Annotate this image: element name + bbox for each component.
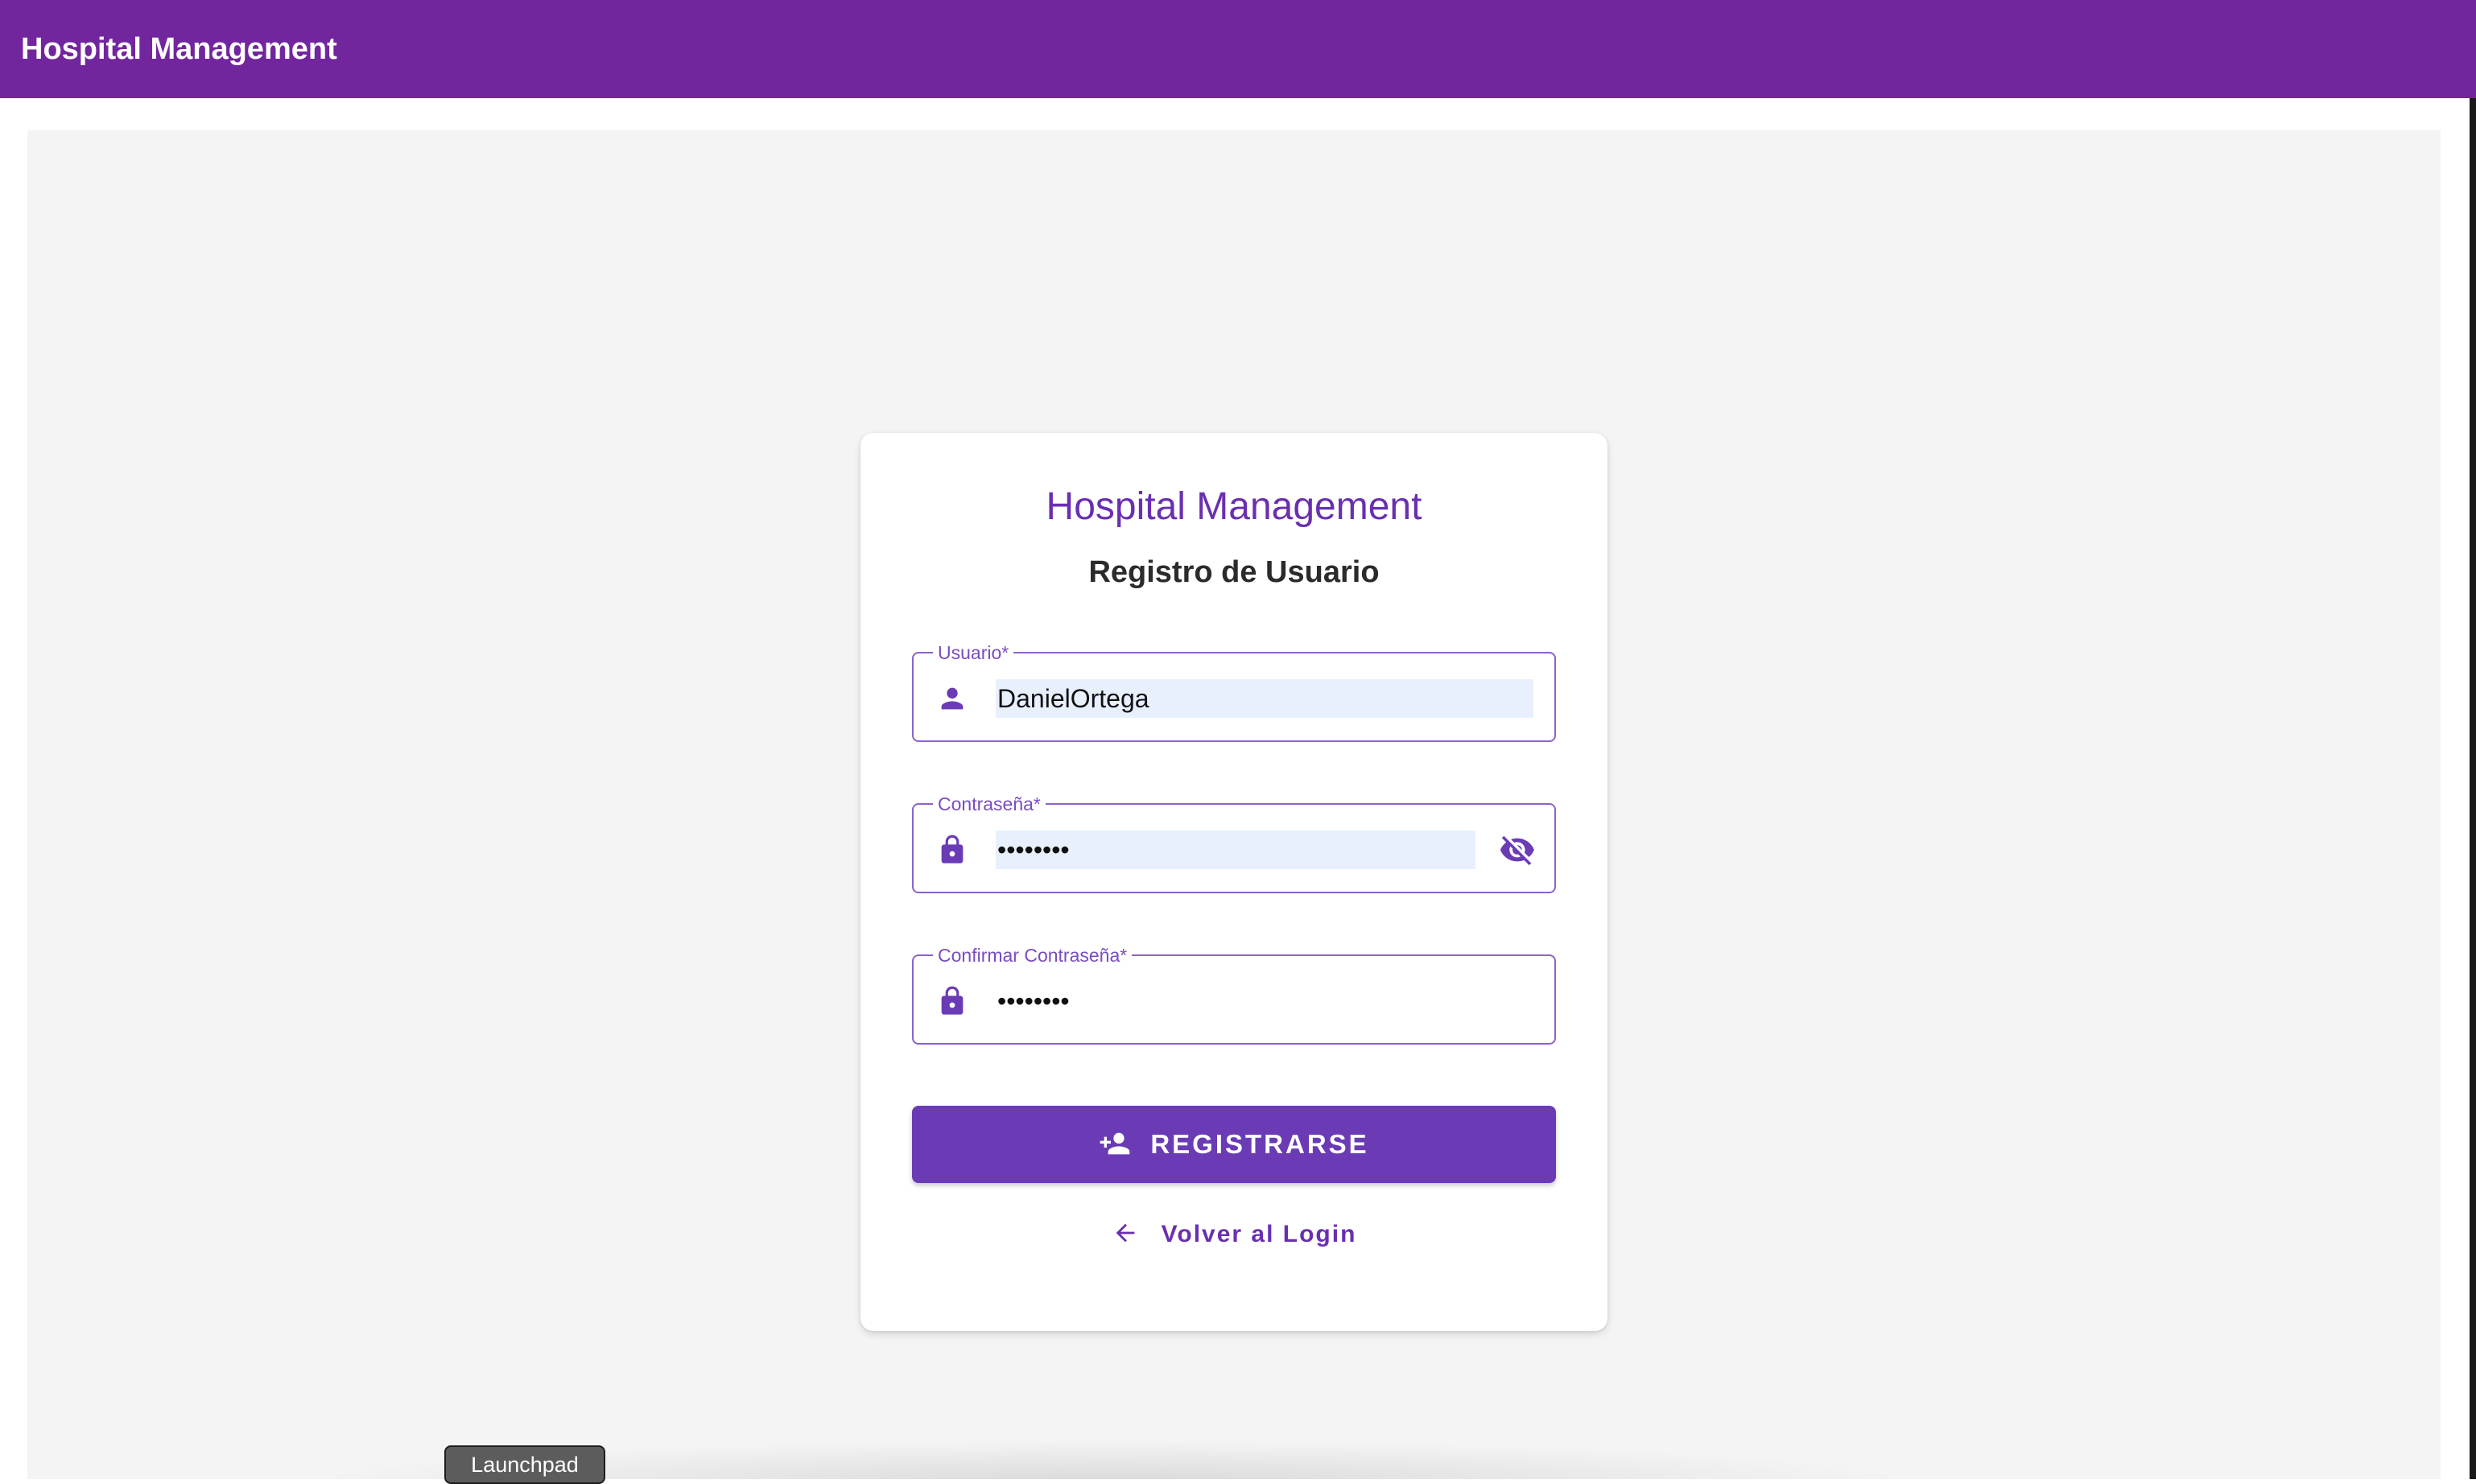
lock-icon [936,834,968,866]
lock-icon [936,985,968,1017]
username-input[interactable] [996,679,1533,718]
register-card: Hospital Management Registro de Usuario … [860,433,1607,1331]
password-label: Contraseña* [933,794,1046,814]
confirm-password-input[interactable] [996,982,1533,1020]
username-field[interactable]: Usuario* [912,642,1556,742]
person-icon [936,682,968,715]
app-toolbar: Hospital Management [0,0,2476,98]
password-input[interactable] [996,831,1475,869]
card-subtitle: Registro de Usuario [1088,555,1380,589]
card-title: Hospital Management [1046,485,1422,528]
window-edge [2470,98,2476,1479]
person-add-icon [1099,1127,1131,1162]
app-title: Hospital Management [21,31,337,66]
launchpad-tooltip: Launchpad [444,1445,605,1484]
username-label: Usuario* [933,642,1014,663]
confirm-password-label: Confirmar Contraseña* [933,945,1133,966]
password-field[interactable]: Contraseña* [912,794,1556,893]
visibility-off-icon[interactable] [1498,832,1537,868]
arrow-back-icon [1112,1219,1139,1251]
confirm-password-field[interactable]: Confirmar Contraseña* [912,945,1556,1045]
back-to-login-link[interactable]: Volver al Login [860,1206,1607,1263]
back-label: Volver al Login [1161,1221,1357,1247]
register-label: REGISTRARSE [1150,1129,1369,1159]
register-button[interactable]: REGISTRARSE [912,1106,1556,1183]
